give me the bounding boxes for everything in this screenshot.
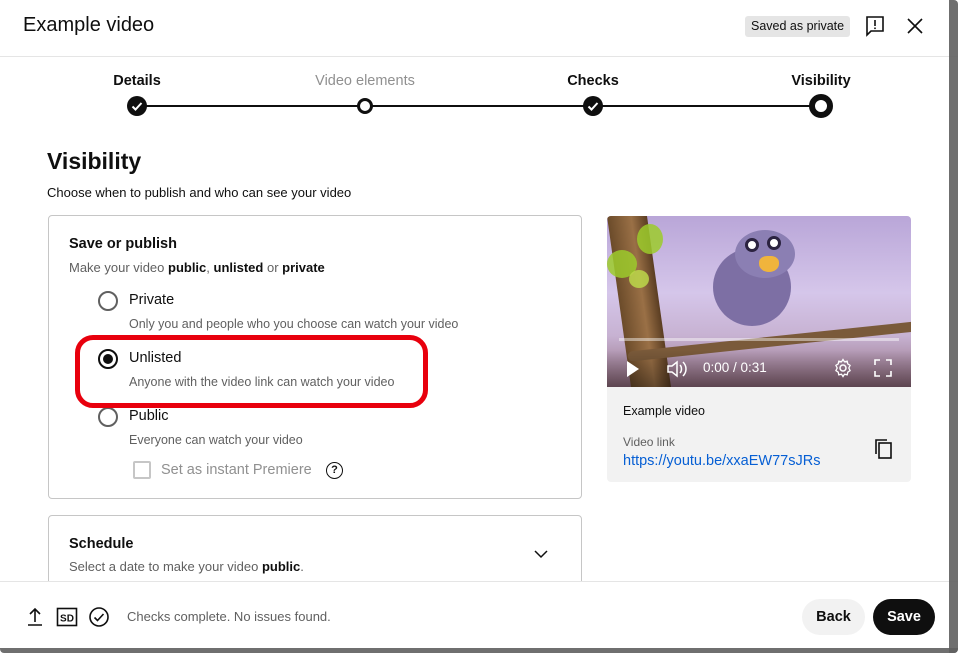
public-label[interactable]: Public	[129, 408, 169, 424]
play-icon[interactable]	[625, 360, 641, 383]
video-frame-bird-eye	[745, 238, 759, 252]
upload-dialog: Example video Saved as private Details V…	[0, 0, 958, 653]
stepper-line	[137, 105, 821, 107]
dialog-title: Example video	[23, 14, 155, 36]
schedule-title: Schedule	[69, 536, 134, 552]
private-label[interactable]: Private	[129, 292, 174, 308]
step-visibility-label[interactable]: Visibility	[791, 73, 850, 89]
save-or-publish-title: Save or publish	[69, 236, 177, 252]
instant-premiere-label: Set as instant Premiere	[161, 462, 312, 478]
private-description: Only you and people who you choose can w…	[129, 317, 459, 331]
volume-icon[interactable]	[666, 359, 688, 384]
video-time: 0:00 / 0:31	[703, 360, 767, 375]
window-edge-right	[949, 0, 958, 653]
visibility-subheading: Choose when to publish and who can see y…	[47, 185, 352, 200]
public-description: Everyone can watch your video	[129, 433, 303, 447]
step-checks-label[interactable]: Checks	[567, 73, 619, 89]
step-video-elements-label[interactable]: Video elements	[315, 73, 415, 89]
video-frame-bird-beak	[759, 256, 779, 272]
chevron-down-icon[interactable]	[533, 546, 549, 562]
schedule-subtitle: Select a date to make your video public.	[69, 559, 304, 574]
visibility-heading: Visibility	[47, 148, 142, 174]
video-frame-bird-eye	[767, 236, 781, 250]
progress-stepper: Details Video elements Checks Visibility	[0, 57, 958, 137]
save-or-publish-subtitle: Make your video public, unlisted or priv…	[69, 260, 325, 275]
step-checks-check-icon[interactable]	[583, 96, 603, 116]
back-button[interactable]: Back	[802, 599, 865, 635]
preview-video-title: Example video	[623, 404, 705, 418]
video-progress-bar[interactable]	[619, 338, 899, 341]
settings-gear-icon[interactable]	[833, 358, 853, 383]
step-details-label[interactable]: Details	[113, 73, 161, 89]
video-controls: 0:00 / 0:31	[607, 350, 911, 387]
step-video-elements-dot[interactable]	[357, 98, 373, 114]
video-link[interactable]: https://youtu.be/xxaEW77sJRs	[623, 453, 820, 469]
window-edge-bottom	[0, 648, 958, 653]
step-visibility-current-dot[interactable]	[809, 94, 833, 118]
video-preview-panel: 0:00 / 0:31 Example video Video link htt…	[607, 216, 911, 482]
svg-text:SD: SD	[60, 614, 74, 625]
video-frame-leaf	[637, 224, 663, 254]
upload-icon[interactable]	[24, 606, 46, 628]
step-details-check-icon[interactable]	[127, 96, 147, 116]
help-icon[interactable]: ?	[326, 462, 343, 479]
dialog-footer: SD Checks complete. No issues found. Bac…	[0, 581, 958, 653]
report-issue-icon[interactable]	[863, 14, 887, 38]
sd-quality-icon[interactable]: SD	[56, 606, 78, 628]
checks-complete-icon[interactable]	[88, 606, 110, 628]
video-frame-leaf	[629, 270, 649, 288]
video-link-label: Video link	[623, 435, 675, 449]
public-radio[interactable]	[98, 407, 118, 427]
checks-status-text: Checks complete. No issues found.	[127, 609, 331, 624]
close-icon[interactable]	[903, 14, 927, 38]
save-button[interactable]: Save	[873, 599, 935, 635]
saved-status-badge: Saved as private	[745, 16, 851, 37]
video-player[interactable]: 0:00 / 0:31	[607, 216, 911, 387]
copy-icon[interactable]	[873, 438, 895, 460]
private-radio[interactable]	[98, 291, 118, 311]
instant-premiere-checkbox[interactable]	[133, 461, 151, 479]
unlisted-highlight-annotation	[75, 335, 428, 408]
dialog-header: Example video Saved as private	[0, 0, 958, 57]
fullscreen-icon[interactable]	[874, 359, 892, 382]
